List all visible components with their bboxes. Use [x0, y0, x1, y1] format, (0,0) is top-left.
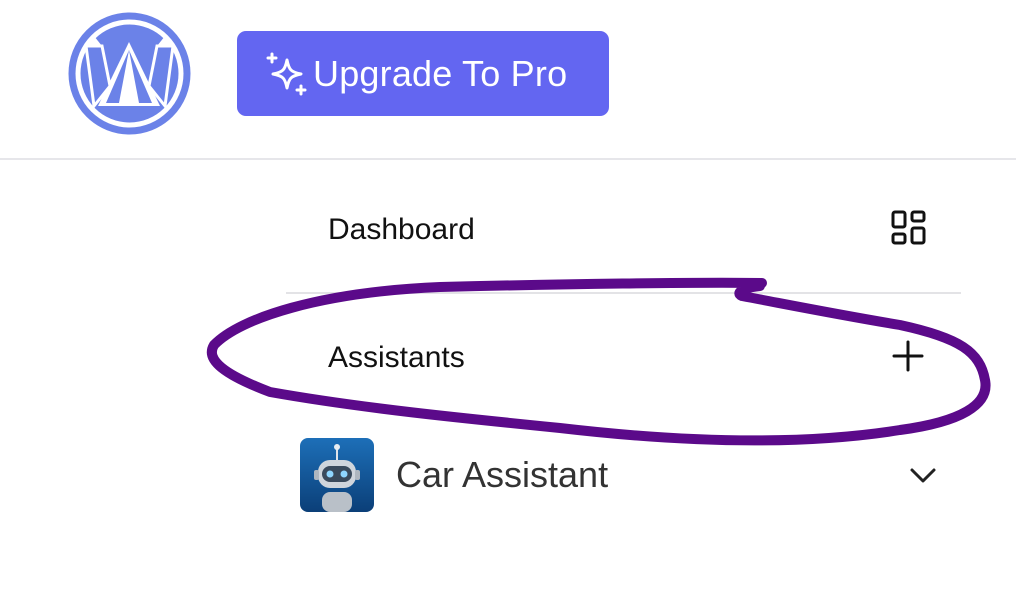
upgrade-to-pro-button[interactable]: Upgrade To Pro	[237, 31, 609, 116]
nav-divider	[286, 292, 961, 294]
nav-item-dashboard-label: Dashboard	[328, 213, 475, 246]
assistant-item-car-assistant[interactable]: Car Assistant	[300, 438, 946, 512]
sparkles-icon	[263, 50, 311, 98]
upgrade-button-label: Upgrade To Pro	[313, 52, 568, 94]
plus-icon[interactable]	[891, 339, 925, 378]
robot-avatar-icon	[300, 438, 374, 512]
app-sidebar-screen: Upgrade To Pro Dashboard Assistants Car …	[0, 0, 1016, 590]
assistant-name: Car Assistant	[396, 454, 609, 495]
chevron-down-icon[interactable]	[906, 458, 940, 492]
nav-item-assistants[interactable]: Assistants	[286, 328, 961, 388]
nav-item-dashboard[interactable]: Dashboard	[286, 200, 961, 260]
origami-cat-logo-icon[interactable]	[64, 8, 195, 139]
nav-item-assistants-label: Assistants	[328, 341, 465, 374]
header: Upgrade To Pro	[0, 0, 1016, 160]
grid-icon	[891, 210, 927, 251]
